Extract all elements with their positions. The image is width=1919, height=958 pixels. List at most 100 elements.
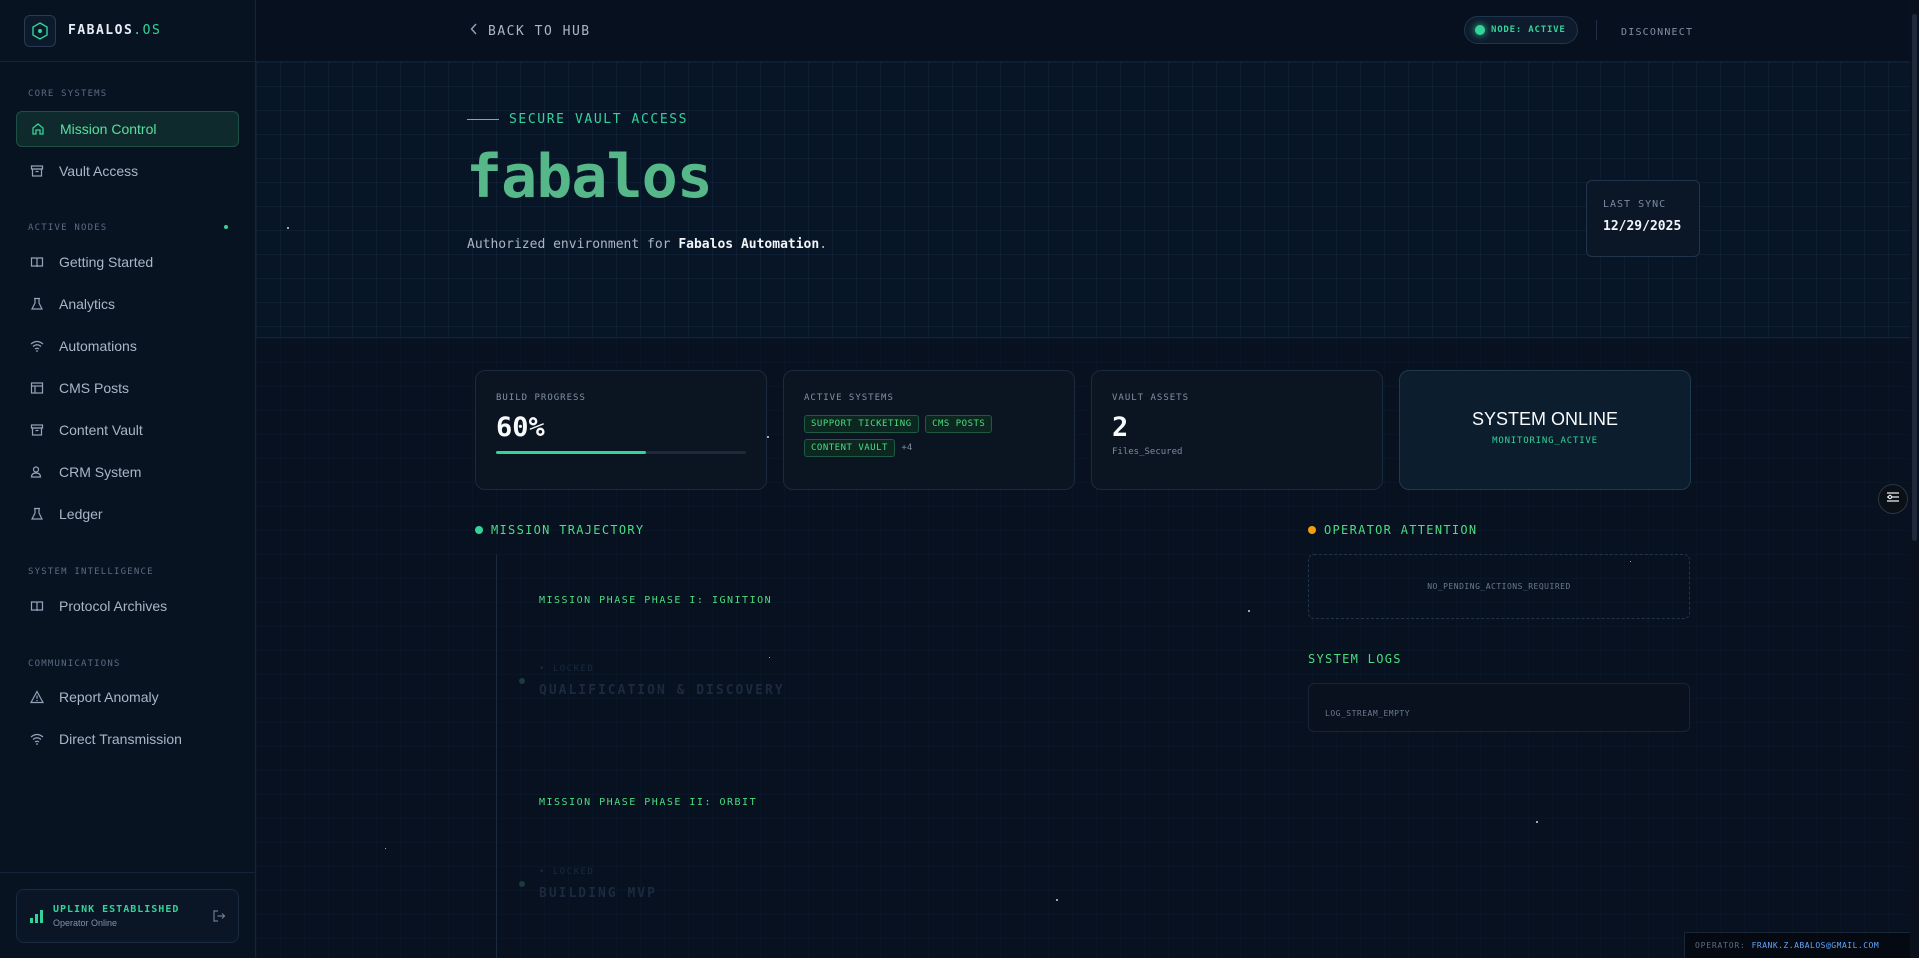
build-progress-value: 60% (496, 412, 545, 443)
scrollbar-thumb[interactable] (1912, 14, 1917, 541)
top-bar: BACK TO HUB NODE: ACTIVE DISCONNECT (256, 0, 1919, 62)
kicker-text: SECURE VAULT ACCESS (509, 112, 689, 127)
progress-bar (496, 451, 746, 454)
vault-assets-card: VAULT ASSETS 2 Files_Secured (1091, 370, 1383, 490)
operator-email[interactable]: FRANK.Z.ABALOS@GMAIL.COM (1752, 941, 1880, 950)
kicker-line (467, 119, 499, 120)
sidebar-item-direct-transmission[interactable]: Direct Transmission (16, 721, 239, 757)
hero-description: Authorized environment for Fabalos Autom… (467, 237, 828, 252)
sidebar-item-cms-posts[interactable]: CMS Posts (16, 370, 239, 406)
section-label-system-intelligence: SYSTEM INTELLIGENCE (28, 567, 154, 577)
signal-bars-icon (30, 909, 43, 923)
sidebar-item-vault-access[interactable]: Vault Access (16, 153, 239, 189)
settings-fab[interactable] (1878, 484, 1908, 514)
sidebar-item-label: Direct Transmission (59, 731, 182, 747)
page-title: fabalos (466, 142, 713, 212)
sidebar-item-label: Protocol Archives (59, 598, 168, 614)
uplink-subtitle: Operator Online (53, 918, 118, 928)
sidebar-item-label: CRM System (59, 464, 142, 480)
attention-panel: NO_PENDING_ACTIONS_REQUIRED (1308, 554, 1690, 619)
sidebar-item-crm-system[interactable]: CRM System (16, 454, 239, 490)
step-state: • LOCKED (539, 664, 595, 674)
card-label: ACTIVE SYSTEMS (804, 393, 894, 403)
archive-icon (29, 163, 45, 179)
last-sync-card: LAST SYNC 12/29/2025 (1586, 180, 1700, 257)
uplink-status-card: UPLINK ESTABLISHED Operator Online (16, 889, 239, 943)
disconnect-button[interactable]: DISCONNECT (1621, 27, 1693, 38)
back-label: BACK TO HUB (488, 23, 591, 39)
system-status-sub: MONITORING_ACTIVE (1492, 436, 1598, 446)
attention-empty-text: NO_PENDING_ACTIONS_REQUIRED (1427, 582, 1571, 591)
node-status-label: NODE: ACTIVE (1491, 25, 1566, 35)
scrollbar-track[interactable] (1910, 0, 1919, 958)
book-icon (29, 254, 45, 270)
flask-icon (29, 506, 45, 522)
sidebar-item-content-vault[interactable]: Content Vault (16, 412, 239, 448)
warning-dot (1308, 526, 1316, 534)
trajectory-title: MISSION TRAJECTORY (491, 523, 645, 537)
sidebar-item-mission-control[interactable]: Mission Control (16, 111, 239, 147)
step-title[interactable]: BUILDING MVP (539, 886, 657, 901)
hero-kicker: SECURE VAULT ACCESS (467, 112, 688, 127)
brand-name: FABALOS.OS (68, 23, 162, 38)
attention-header: OPERATOR ATTENTION (1308, 523, 1477, 537)
sidebar-item-getting-started[interactable]: Getting Started (16, 244, 239, 280)
vault-assets-sub: Files_Secured (1112, 447, 1183, 457)
sidebar-item-protocol-archives[interactable]: Protocol Archives (16, 588, 239, 624)
trajectory-header: MISSION TRAJECTORY (475, 523, 644, 537)
step-title[interactable]: QUALIFICATION & DISCOVERY (539, 683, 785, 698)
systems-tags: SUPPORT TICKETING CMS POSTS CONTENT VAUL… (804, 413, 1034, 461)
system-tag[interactable]: SUPPORT TICKETING (804, 415, 919, 433)
sidebar-item-analytics[interactable]: Analytics (16, 286, 239, 322)
section-label-active-nodes: ACTIVE NODES (0, 223, 228, 233)
back-to-hub-link[interactable]: BACK TO HUB (470, 22, 591, 40)
sidebar-item-ledger[interactable]: Ledger (16, 496, 239, 532)
active-systems-card: ACTIVE SYSTEMS SUPPORT TICKETING CMS POS… (783, 370, 1075, 490)
card-label: VAULT ASSETS (1112, 393, 1190, 403)
phase-label: MISSION PHASE PHASE I: IGNITION (539, 595, 773, 606)
attention-title: OPERATOR ATTENTION (1324, 523, 1478, 537)
topbar-divider (1596, 20, 1597, 40)
hexagon-logo-icon (24, 14, 56, 47)
flask-icon (29, 296, 45, 312)
progress-bar-fill (496, 451, 646, 454)
section-label-communications: COMMUNICATIONS (28, 659, 121, 669)
vault-assets-value: 2 (1112, 412, 1129, 443)
users-icon (29, 464, 45, 480)
brand[interactable]: FABALOS.OS (0, 0, 255, 62)
chevron-left-icon (470, 22, 478, 40)
timeline-node (519, 678, 525, 684)
system-status-card: SYSTEM ONLINE MONITORING_ACTIVE (1399, 370, 1691, 490)
node-status-badge: NODE: ACTIVE (1464, 16, 1578, 44)
star-dot (385, 848, 386, 849)
star-dot (1248, 610, 1250, 612)
timeline-line (496, 555, 497, 958)
system-logs-panel: LOG_STREAM_EMPTY (1308, 683, 1690, 732)
star-dot (287, 227, 289, 229)
logout-icon[interactable] (212, 909, 226, 928)
status-dot (475, 526, 483, 534)
status-dot (1475, 25, 1485, 35)
operator-label: OPERATOR: (1695, 941, 1746, 950)
system-tag[interactable]: CMS POSTS (925, 415, 993, 433)
step-state: • LOCKED (539, 867, 595, 877)
layout-icon (29, 380, 45, 396)
section-label-core: CORE SYSTEMS (28, 89, 108, 99)
sidebar-item-report-anomaly[interactable]: Report Anomaly (16, 679, 239, 715)
sidebar-item-automations[interactable]: Automations (16, 328, 239, 364)
star-dot (767, 436, 769, 438)
system-tag[interactable]: CONTENT VAULT (804, 439, 895, 457)
sidebar-item-label: Report Anomaly (59, 689, 159, 705)
star-dot (1630, 561, 1631, 562)
sidebar-item-label: Vault Access (59, 163, 139, 179)
more-systems-count[interactable]: +4 (901, 443, 912, 453)
book-icon (29, 598, 45, 614)
sliders-icon (1886, 490, 1900, 508)
sidebar-item-label: Content Vault (59, 422, 143, 438)
archive-icon (29, 422, 45, 438)
warning-icon (29, 689, 45, 705)
system-status-title: SYSTEM ONLINE (1471, 409, 1619, 429)
sidebar-item-label: Ledger (59, 506, 103, 522)
sidebar-item-label: Mission Control (60, 121, 157, 137)
operator-footer: OPERATOR: FRANK.Z.ABALOS@GMAIL.COM (1684, 932, 1910, 958)
